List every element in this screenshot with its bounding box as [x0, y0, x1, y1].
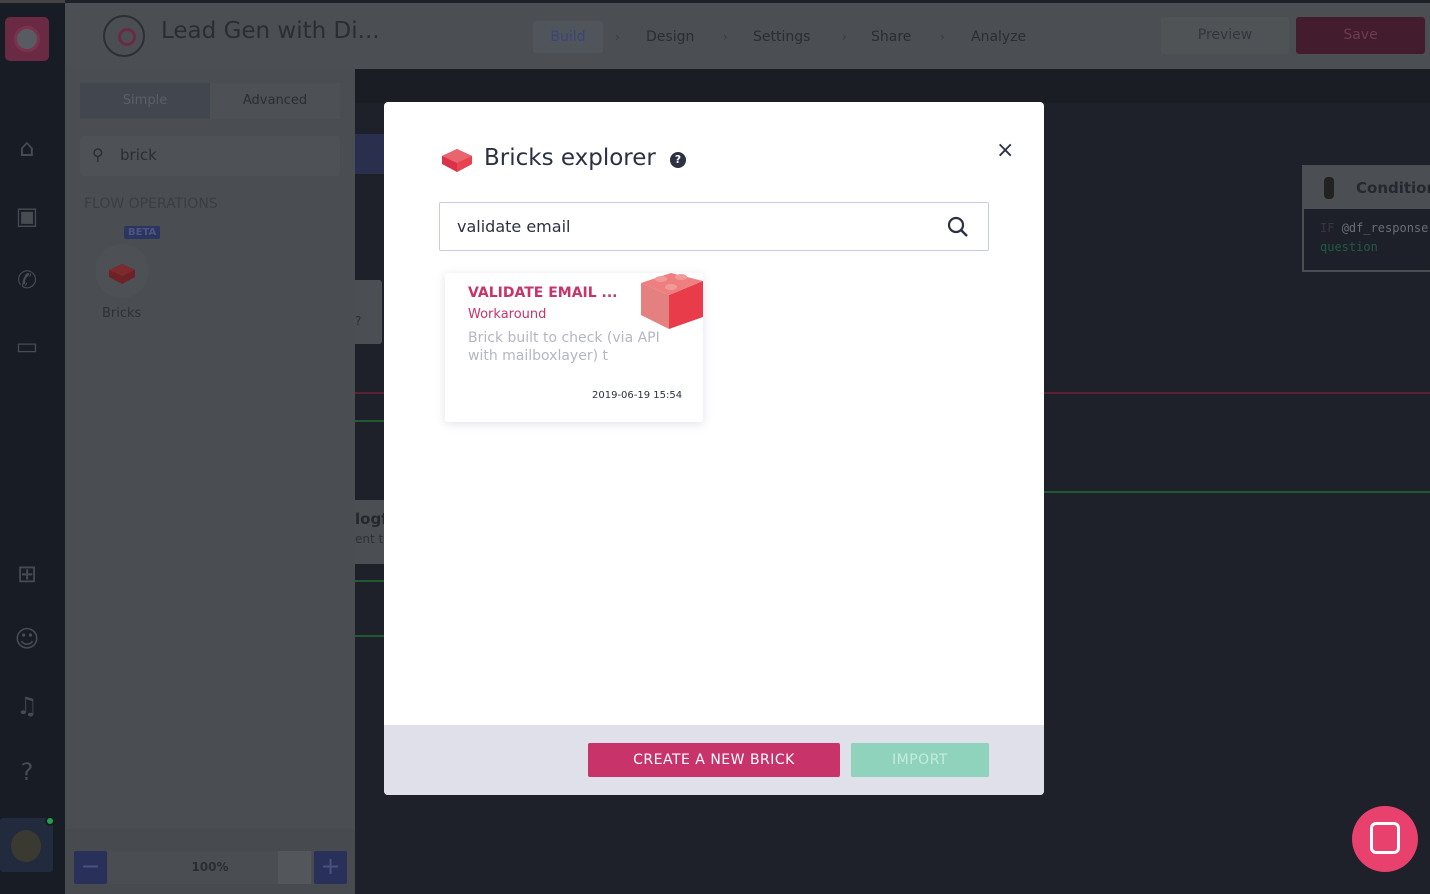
logo[interactable] [5, 17, 49, 61]
modal-footer: CREATE A NEW BRICK IMPORT [384, 725, 1044, 795]
create-brick-button[interactable]: CREATE A NEW BRICK [588, 743, 840, 777]
brick-date: 2019-06-19 15:54 [592, 390, 683, 401]
connector-line [355, 420, 384, 422]
gift-icon[interactable]: ⊞ [12, 559, 42, 589]
home-icon[interactable]: ⌂ [12, 133, 42, 163]
condition-value: question [1320, 240, 1378, 254]
canvas-node-partial[interactable] [355, 134, 384, 174]
tab-advanced[interactable]: Advanced [210, 83, 340, 119]
bot-title[interactable]: Lead Gen with Di... [161, 18, 380, 44]
bricks-operation[interactable] [95, 244, 149, 298]
section-heading: FLOW OPERATIONS [84, 196, 218, 212]
close-button[interactable]: × [996, 138, 1014, 163]
condition-keyword: IF [1320, 221, 1335, 235]
preview-button[interactable]: Preview [1161, 17, 1289, 54]
chat-launcher-button[interactable] [1352, 806, 1418, 872]
traffic-light-icon [1324, 177, 1334, 199]
help-icon[interactable]: ? [12, 757, 42, 787]
feedback-icon[interactable]: ☺ [12, 624, 42, 654]
node-text: ? [355, 314, 362, 328]
operations-panel: Simple Advanced ⚲ brick FLOW OPERATIONS … [65, 69, 355, 894]
chat-icon[interactable]: ▭ [12, 331, 42, 361]
panel-search-input[interactable]: ⚲ brick [80, 136, 340, 176]
bot-logo-icon [103, 15, 145, 57]
brick-search-input[interactable] [439, 202, 989, 251]
header: Lead Gen with Di... Build › Design › Set… [65, 3, 1430, 69]
canvas-toolbar [355, 69, 1430, 103]
chevron-right-icon: › [615, 30, 620, 44]
canvas-node-partial[interactable]: logf ent te [355, 500, 384, 564]
condition-node[interactable]: Condition IF @df_response question [1302, 165, 1430, 272]
canvas-node-partial[interactable]: ? [355, 280, 382, 344]
zoom-in-button[interactable]: + [314, 851, 347, 884]
condition-title: Condition [1356, 179, 1430, 197]
search-icon[interactable] [947, 216, 969, 238]
chevron-right-icon: › [723, 30, 728, 44]
online-status-dot [45, 816, 55, 826]
beta-badge: BETA [124, 226, 161, 239]
modal-title: Bricks explorer [484, 145, 656, 171]
brick-icon [442, 149, 472, 172]
connector-line [355, 580, 384, 582]
brick-result-card[interactable]: VALIDATE EMAIL ... Workaround Brick buil… [445, 273, 703, 422]
connector-line [355, 392, 384, 394]
brick-icon [109, 264, 135, 284]
save-button[interactable]: Save [1296, 17, 1425, 54]
brick-icon [641, 273, 703, 329]
robot-icon[interactable]: ▣ [12, 201, 42, 231]
search-icon: ⚲ [92, 145, 104, 164]
bell-icon[interactable]: ♫ [12, 691, 42, 721]
tab-simple[interactable]: Simple [80, 83, 210, 119]
whatsapp-icon[interactable]: ✆ [12, 265, 42, 295]
brick-category: Workaround [468, 307, 547, 322]
import-button[interactable]: IMPORT [851, 743, 989, 777]
brick-description: Brick built to check (via API with mailb… [468, 330, 660, 364]
nav-share[interactable]: Share [871, 21, 911, 53]
zoom-controls: − 100% + [65, 829, 355, 894]
avatar[interactable] [0, 818, 53, 872]
nav-analyze[interactable]: Analyze [971, 21, 1026, 53]
node-title: logf [355, 510, 384, 528]
zoom-slider-handle[interactable] [278, 851, 311, 884]
nav-settings[interactable]: Settings [753, 21, 810, 53]
connector-line [355, 635, 384, 637]
zoom-out-button[interactable]: − [74, 851, 107, 884]
panel-search-value: brick [120, 146, 157, 164]
brick-title: VALIDATE EMAIL ... [468, 285, 618, 301]
chevron-right-icon: › [940, 30, 945, 44]
bricks-explorer-modal: Bricks explorer ? × VALIDATE EMAIL ... W… [384, 102, 1044, 795]
connector-line [1044, 491, 1430, 493]
nav-design[interactable]: Design [646, 21, 694, 53]
bricks-label: Bricks [102, 306, 142, 321]
sidebar: ⌂ ▣ ✆ ▭ ⊞ ☺ ♫ ? [0, 0, 65, 894]
connector-line [1044, 392, 1430, 394]
condition-expression: @df_response [1341, 221, 1429, 235]
chevron-right-icon: › [842, 30, 847, 44]
chat-icon [1370, 822, 1400, 854]
help-icon[interactable]: ? [670, 152, 686, 168]
nav-build[interactable]: Build [533, 21, 603, 53]
node-subtitle: ent te [355, 532, 384, 546]
